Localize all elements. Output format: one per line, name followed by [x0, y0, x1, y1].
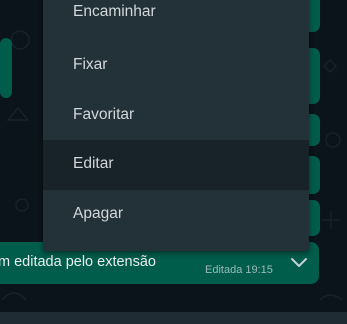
menu-item-label: Fixar	[73, 56, 108, 73]
menu-item-edit[interactable]: Editar	[43, 140, 309, 190]
menu-item-label: Favoritar	[73, 106, 135, 123]
menu-item-pin[interactable]: Fixar	[43, 41, 309, 91]
message-bubble-edge	[0, 38, 12, 98]
menu-item-label: Encaminhar	[73, 3, 156, 20]
chevron-down-icon[interactable]	[288, 252, 310, 272]
menu-item-favorite[interactable]: Favoritar	[43, 91, 309, 141]
message-text: m editada pelo extensão	[0, 254, 156, 270]
menu-item-label: Editar	[73, 155, 114, 172]
menu-item-label: Apagar	[73, 205, 123, 222]
message-context-menu: Encaminhar Fixar Favoritar Editar Apagar	[43, 0, 309, 251]
menu-item-delete[interactable]: Apagar	[43, 190, 309, 240]
message-status: Editada 19:15	[205, 264, 273, 276]
menu-item-forward[interactable]: Encaminhar	[43, 0, 309, 38]
composer-bar	[0, 312, 347, 324]
